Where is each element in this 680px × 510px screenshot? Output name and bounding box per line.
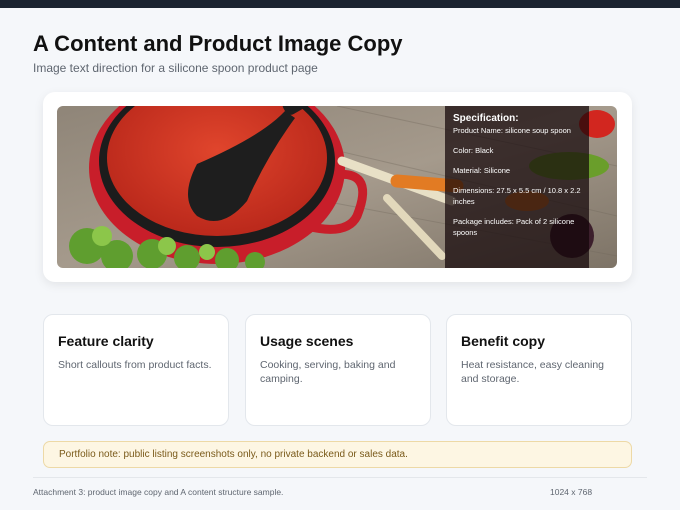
spec-package: Package includes: Pack of 2 silicone spo… — [453, 217, 575, 237]
page-subtitle: Image text direction for a silicone spoo… — [33, 61, 318, 75]
spec-product-name: Product Name: silicone soup spoon — [453, 126, 571, 135]
portfolio-note: Portfolio note: public listing screensho… — [43, 441, 632, 468]
footer-caption: Attachment 3: product image copy and A c… — [33, 487, 284, 497]
card-feature-clarity: Feature clarity Short callouts from prod… — [43, 314, 229, 426]
specification-overlay: Specification: Product Name: silicone so… — [445, 106, 589, 268]
card-text: Heat resistance, easy cleaning and stora… — [461, 359, 604, 385]
product-image-card: Specification: Product Name: silicone so… — [43, 92, 632, 282]
spec-dimensions: Dimensions: 27.5 x 5.5 cm / 10.8 x 2.2 i… — [453, 186, 581, 206]
card-title: Feature clarity — [58, 333, 154, 349]
footer-divider — [33, 477, 647, 478]
spec-title: Specification: — [453, 113, 519, 124]
card-text: Short callouts from product facts. — [58, 359, 212, 371]
product-image: Specification: Product Name: silicone so… — [57, 106, 617, 268]
spec-material: Material: Silicone — [453, 166, 511, 175]
top-bar — [0, 0, 680, 8]
card-title: Usage scenes — [260, 333, 354, 349]
card-text: Cooking, serving, baking and camping. — [260, 359, 396, 385]
page-title: A Content and Product Image Copy — [33, 31, 403, 56]
card-usage-scenes: Usage scenes Cooking, serving, baking an… — [245, 314, 431, 426]
spec-color: Color: Black — [453, 146, 494, 155]
card-benefit-copy: Benefit copy Heat resistance, easy clean… — [446, 314, 632, 426]
card-title: Benefit copy — [461, 333, 546, 349]
footer-size: 1024 x 768 — [550, 487, 593, 497]
